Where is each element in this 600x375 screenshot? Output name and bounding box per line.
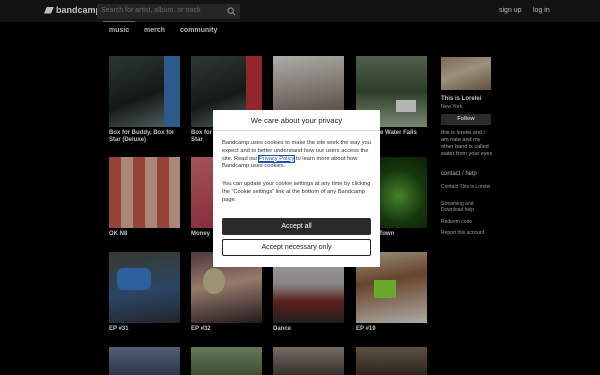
accept-necessary-button[interactable]: Accept necessary only [222, 239, 371, 256]
accept-all-button[interactable]: Accept all [222, 218, 371, 235]
cookie-settings-text: You can update your cookie settings at a… [222, 181, 371, 203]
privacy-policy-link[interactable]: Privacy Policy [257, 154, 296, 163]
cookie-consent-dialog: We care about your privacy Bandcamp uses… [213, 110, 380, 267]
dialog-title: We care about your privacy [213, 110, 380, 131]
cookie-description: Bandcamp uses cookies to make the site w… [222, 140, 374, 171]
